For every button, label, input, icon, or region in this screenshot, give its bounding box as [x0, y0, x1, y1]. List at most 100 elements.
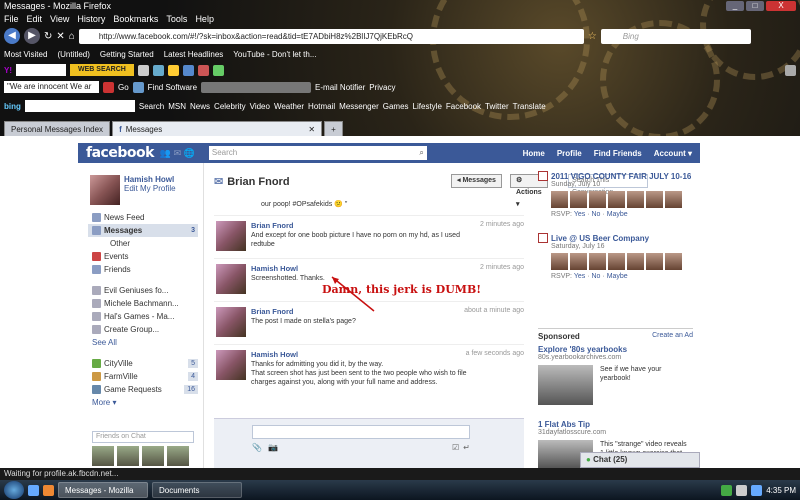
toolbar-facebook[interactable]: Facebook: [446, 102, 481, 111]
rsvp-no[interactable]: No: [592, 273, 601, 280]
avatar[interactable]: [117, 446, 139, 466]
toolbar-games[interactable]: Games: [383, 102, 409, 111]
messages-button[interactable]: ◂ Messages: [451, 174, 502, 188]
toolbar-hotmail[interactable]: Hotmail: [308, 102, 335, 111]
nav-home[interactable]: Home: [523, 149, 545, 158]
return-icon[interactable]: ↵: [463, 443, 470, 452]
menu-file[interactable]: File: [4, 14, 19, 24]
avatar[interactable]: [216, 264, 246, 294]
nav-account[interactable]: Account ▾: [654, 149, 692, 158]
toolbar-video[interactable]: Video: [250, 102, 270, 111]
stop-icon[interactable]: ✕: [56, 31, 64, 42]
avatar[interactable]: [551, 253, 568, 270]
bookmark-latest-headlines[interactable]: Latest Headlines: [164, 50, 224, 59]
rsvp-yes[interactable]: Yes: [574, 211, 585, 218]
toolbar-icon[interactable]: [132, 81, 144, 93]
avatar[interactable]: [216, 350, 246, 380]
sidebar-item-messages[interactable]: Messages 3: [88, 224, 198, 237]
message-sender[interactable]: Brian Fnord: [251, 307, 294, 316]
addon-search-input[interactable]: "We are innocent We ar: [4, 81, 99, 93]
toolbar-icon[interactable]: [137, 64, 149, 76]
toolbar-settings-icon[interactable]: [785, 64, 796, 76]
taskbar-item-firefox[interactable]: Messages - Mozilla ...: [58, 482, 148, 498]
avatar[interactable]: [216, 307, 246, 337]
menu-history[interactable]: History: [77, 14, 105, 24]
menu-view[interactable]: View: [50, 14, 69, 24]
avatar[interactable]: [589, 253, 606, 270]
rsvp-yes[interactable]: Yes: [574, 273, 585, 280]
rsvp-no[interactable]: No: [592, 211, 601, 218]
ad-image[interactable]: [538, 365, 593, 405]
mail-icon[interactable]: [152, 64, 164, 76]
tab-messages[interactable]: f Messages ✕: [112, 121, 323, 137]
message-sender[interactable]: Hamish Howl: [251, 264, 298, 273]
avatar[interactable]: [608, 191, 625, 208]
close-tab-icon[interactable]: ✕: [308, 122, 315, 137]
email-notifier-button[interactable]: E-mail Notifier: [315, 83, 365, 92]
maximize-button[interactable]: □: [746, 1, 764, 11]
rsvp-maybe[interactable]: Maybe: [607, 211, 628, 218]
menu-help[interactable]: Help: [195, 14, 214, 24]
attach-file-icon[interactable]: 📎: [252, 443, 262, 452]
create-ad-link[interactable]: Create an Ad: [652, 332, 693, 341]
start-button[interactable]: [4, 481, 24, 499]
more-link[interactable]: More ▾: [88, 396, 198, 409]
avatar[interactable]: [627, 253, 644, 270]
bookmark-star-icon[interactable]: ☆: [588, 31, 597, 42]
volume-icon[interactable]: [736, 484, 748, 496]
reload-icon[interactable]: ↻: [44, 31, 52, 42]
chat-bar[interactable]: ● Chat (25): [580, 452, 700, 468]
avatar[interactable]: [570, 191, 587, 208]
nav-find-friends[interactable]: Find Friends: [594, 149, 642, 158]
avatar[interactable]: [551, 191, 568, 208]
toolbar-icon[interactable]: [182, 64, 194, 76]
avatar[interactable]: [90, 175, 120, 205]
ad-title[interactable]: Explore '80s yearbooks: [538, 345, 693, 354]
sidebar-item-game-requests[interactable]: Game Requests 16: [88, 383, 198, 396]
firefox-icon[interactable]: [43, 484, 54, 496]
toolbar-slider[interactable]: [201, 81, 312, 93]
toolbar-weather[interactable]: Weather: [274, 102, 304, 111]
toolbar-celebrity[interactable]: Celebrity: [214, 102, 246, 111]
avatar[interactable]: [627, 191, 644, 208]
quick-launch-icon[interactable]: [28, 484, 39, 496]
sidebar-item-friends[interactable]: Friends: [88, 263, 198, 276]
tray-icon[interactable]: [721, 484, 733, 496]
search-engine-input[interactable]: Bing: [600, 28, 751, 44]
avatar[interactable]: [589, 191, 606, 208]
sidebar-item-events[interactable]: Events: [88, 250, 198, 263]
toolbar-lifestyle[interactable]: Lifestyle: [413, 102, 442, 111]
bing-toolbar-input[interactable]: [24, 100, 135, 112]
sidebar-item-cityville[interactable]: CityVille 5: [88, 357, 198, 370]
chat-friends-input[interactable]: Friends on Chat: [92, 431, 194, 443]
toolbar-icon[interactable]: [212, 64, 224, 76]
tab-personal-messages-index[interactable]: Personal Messages Index: [4, 121, 111, 136]
avatar[interactable]: [608, 253, 625, 270]
camera-icon[interactable]: 📷: [268, 443, 278, 452]
sidebar-item-other[interactable]: Other: [88, 237, 198, 250]
minimize-button[interactable]: _: [726, 1, 744, 11]
facebook-search-input[interactable]: Search ⌕: [208, 146, 427, 160]
yahoo-search-input[interactable]: [16, 64, 66, 76]
avatar[interactable]: [646, 253, 663, 270]
new-tab-button[interactable]: +: [324, 121, 343, 136]
profile-name[interactable]: Hamish Howl: [124, 175, 176, 184]
rsvp-maybe[interactable]: Maybe: [607, 273, 628, 280]
see-all-link[interactable]: See All: [88, 336, 198, 349]
message-sender[interactable]: Hamish Howl: [251, 350, 298, 359]
forward-icon[interactable]: ▶: [24, 28, 40, 44]
nav-profile[interactable]: Profile: [557, 149, 582, 158]
toolbar-icon[interactable]: [197, 64, 209, 76]
close-button[interactable]: X: [766, 1, 796, 11]
search-icon[interactable]: ⌕: [419, 146, 423, 160]
avatar[interactable]: [142, 446, 164, 466]
sidebar-item-farmville[interactable]: FarmVille 4: [88, 370, 198, 383]
back-icon[interactable]: ◀: [4, 28, 20, 44]
menu-edit[interactable]: Edit: [27, 14, 43, 24]
quick-reply-checkbox[interactable]: ☑: [452, 443, 459, 452]
home-icon[interactable]: ⌂: [69, 31, 75, 42]
ad-title[interactable]: 1 Flat Abs Tip: [538, 420, 693, 429]
message-sender[interactable]: Brian Fnord: [251, 221, 294, 230]
toolbar-icon[interactable]: [103, 81, 114, 93]
avatar[interactable]: [665, 191, 682, 208]
